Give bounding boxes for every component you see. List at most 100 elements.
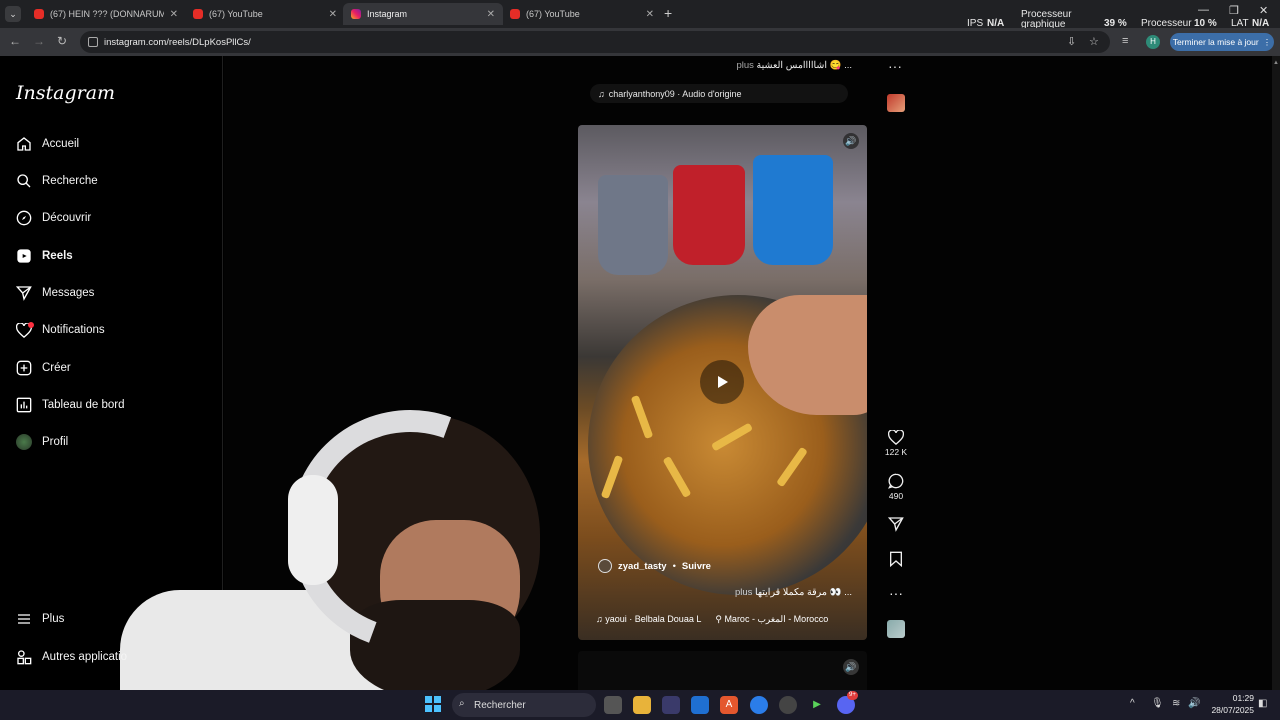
play-app-icon[interactable]: ▶ [808,696,826,714]
reading-list-icon[interactable]: ≡ [1122,35,1128,47]
close-tab-icon[interactable]: ✕ [646,9,654,20]
bookmark-star-icon[interactable]: ☆ [1089,35,1099,48]
nav-label: Recherche [42,175,98,187]
reel-caption[interactable]: plus مرقة مكملا قرايتها 👀 ... [690,587,852,598]
app-icon[interactable]: A [720,696,738,714]
caption-more-link[interactable]: plus [735,587,752,598]
taskbar-clock[interactable]: 01:29 28/07/2025 [1202,692,1254,716]
back-icon[interactable]: ← [9,34,21,48]
tray-chevron-icon[interactable]: ^ [1130,698,1135,709]
browser-tab[interactable]: (67) YouTube ✕ [185,3,345,25]
new-tab-button[interactable]: + [664,5,672,21]
plant-pot [598,175,668,275]
reels-icon [16,248,32,264]
volume-icon[interactable]: 🔊 [1188,698,1200,709]
send-icon [887,517,904,532]
task-view-icon[interactable] [604,696,622,714]
browser-tab[interactable]: (67) YouTube ✕ [502,3,662,25]
nav-label: Créer [42,362,71,374]
more-options-icon[interactable]: ··· [884,585,908,601]
microphone-icon[interactable]: 🎙 [1151,698,1164,709]
prev-reel-audio[interactable]: ♫ charlyanthony09 · Audio d'origine [590,84,848,103]
reel-author[interactable]: zyad_tasty • Suivre [598,559,711,573]
scroll-up-icon[interactable]: ▲ [1273,60,1279,66]
nav-item-search[interactable]: Recherche [16,169,98,193]
clock-time: 01:29 [1232,693,1254,703]
chrome-icon[interactable] [750,696,768,714]
browser-tab-active[interactable]: Instagram ✕ [343,3,503,25]
author-avatar[interactable] [598,559,612,573]
update-button[interactable]: Terminer la mise à jour ⋮ [1170,33,1274,51]
author-username[interactable]: zyad_tasty [618,561,667,572]
audio-thumbnail[interactable] [887,620,905,638]
install-app-icon[interactable]: ⇩ [1067,35,1076,48]
caption-text: اشااااامس العشية 😋 ... [756,60,852,71]
comment-button[interactable]: 490 [884,473,908,501]
separator-dot: • [672,560,676,572]
prev-reel-caption[interactable]: plus اشااااامس العشية 😋 ... [700,60,852,71]
store-icon[interactable] [662,696,680,714]
forward-icon[interactable]: → [33,34,45,48]
share-button[interactable] [884,516,908,534]
like-button[interactable]: 122 K [884,429,908,457]
audio-thumbnail[interactable] [887,94,905,112]
volume-icon[interactable]: 🔊 [843,133,859,149]
nav-item-messages[interactable]: Messages [16,281,94,305]
heart-icon [887,429,905,446]
close-tab-icon[interactable]: ✕ [329,9,337,20]
save-button[interactable] [884,551,908,569]
discord-badge: 9+ [847,691,858,700]
nav-item-home[interactable]: Accueil [16,132,79,156]
page-scrollbar[interactable] [1272,56,1280,690]
outlook-icon[interactable] [691,696,709,714]
file-explorer-icon[interactable] [633,696,651,714]
nav-item-dashboard[interactable]: Tableau de bord [16,393,124,417]
reel-audio-link[interactable]: ♫ yaoui · Belbala Douaa L [596,614,701,625]
nav-item-notifications[interactable]: Notifications [16,318,105,342]
browser-tab[interactable]: (67) HEIN ??? (DONNARUMMA ✕ [26,3,186,25]
nav-item-more[interactable]: Plus [16,607,64,631]
more-options-icon[interactable]: ··· [888,58,902,74]
close-tab-icon[interactable]: ✕ [170,9,178,20]
instagram-icon [351,9,361,19]
compass-icon [16,210,32,226]
site-info-icon[interactable] [88,37,98,47]
tab-title: Instagram [367,9,408,19]
comment-icon [888,473,904,489]
location-label: Maroc - المغرب - Morocco [724,614,829,624]
minimize-icon[interactable]: — [1198,4,1209,16]
app-icon[interactable] [779,696,797,714]
nav-item-explore[interactable]: Découvrir [16,206,91,230]
follow-button[interactable]: Suivre [682,561,711,572]
profile-avatar[interactable]: H [1146,35,1160,49]
menu-icon [16,611,32,627]
play-button[interactable] [700,360,744,404]
youtube-icon [510,9,520,19]
restore-icon[interactable]: ❐ [1229,4,1239,17]
nav-item-other-apps[interactable]: Autres applicatio [16,645,127,669]
nav-item-profile[interactable]: Profil [16,430,68,454]
close-tab-icon[interactable]: ✕ [487,9,495,20]
caption-more-link[interactable]: plus [736,60,753,71]
location-link[interactable]: ⚲ Maroc - المغرب - Morocco [715,614,828,625]
volume-icon[interactable]: 🔊 [843,659,859,675]
nav-label: Autres applicatio [42,651,128,663]
reload-icon[interactable]: ↻ [57,34,67,48]
nav-label: Découvrir [42,212,92,224]
discord-icon[interactable]: 9+ [837,691,858,714]
next-reel-video[interactable] [578,651,867,690]
windows-start-icon[interactable] [424,696,442,714]
taskbar-search[interactable]: ⌕ Rechercher [452,693,596,717]
address-bar[interactable]: instagram.com/reels/DLpKosPllCs/ [80,31,1110,53]
search-icon: ⌕ [459,698,465,709]
update-button-label: Terminer la mise à jour [1172,37,1259,47]
instagram-logo[interactable]: Instagram [16,82,115,104]
notification-center-icon[interactable]: ◧ [1258,698,1267,709]
nav-item-create[interactable]: Créer [16,356,71,380]
tab-search-button[interactable]: ⌄ [5,6,21,22]
wifi-icon[interactable]: ≋ [1172,698,1180,709]
close-window-icon[interactable]: ✕ [1259,4,1268,17]
nav-item-reels[interactable]: Reels [16,244,73,268]
red-pot [673,165,745,265]
play-icon [718,376,728,388]
